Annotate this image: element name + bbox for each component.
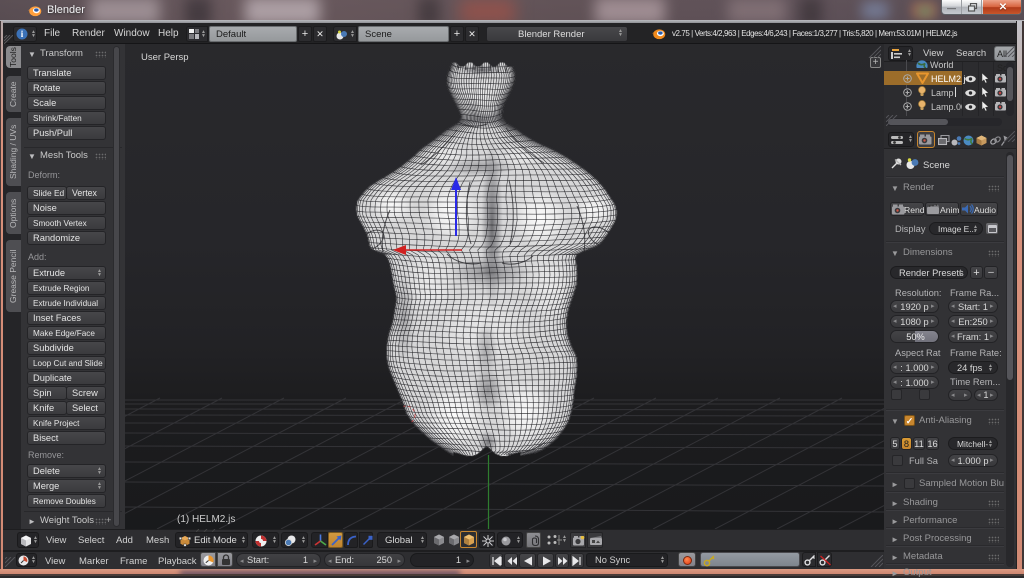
svg-text:z: z [139, 480, 144, 490]
